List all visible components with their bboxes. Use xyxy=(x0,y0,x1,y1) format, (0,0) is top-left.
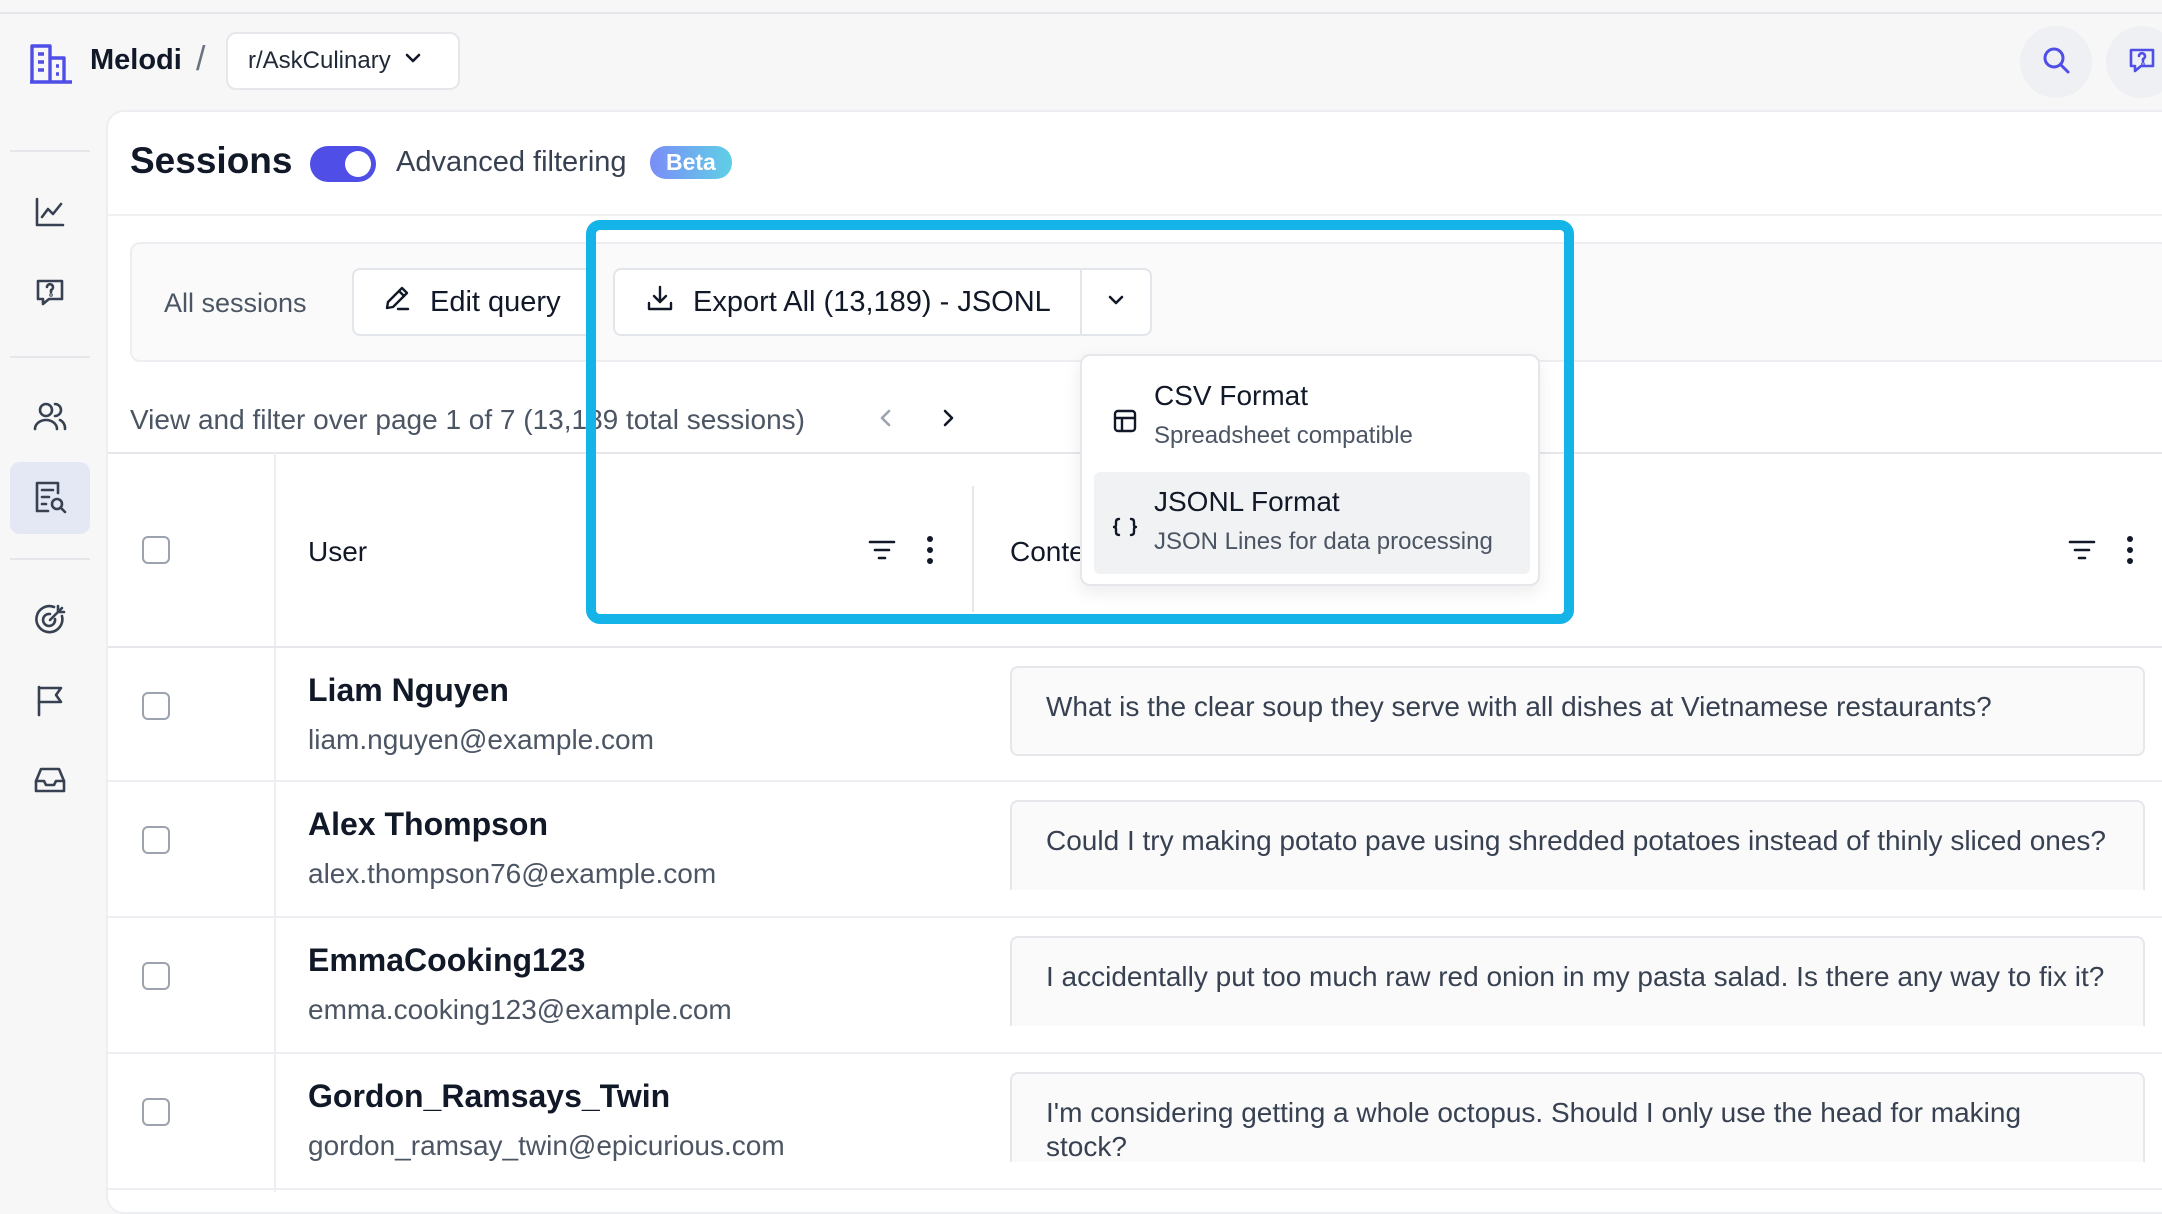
user-name[interactable]: Gordon_Ramsays_Twin xyxy=(308,1078,670,1115)
document-search-icon xyxy=(32,477,68,520)
content-column-menu-button[interactable] xyxy=(2110,532,2150,572)
select-all-checkbox[interactable] xyxy=(142,536,170,564)
workspace-selector[interactable]: r/AskCulinary xyxy=(226,32,460,90)
chevron-right-icon xyxy=(937,407,959,434)
row-checkbox[interactable] xyxy=(142,962,170,990)
more-vertical-icon xyxy=(926,535,934,570)
download-icon xyxy=(645,283,675,321)
column-resize-handle[interactable] xyxy=(972,486,974,612)
header-divider xyxy=(108,214,2162,216)
session-content[interactable]: What is the clear soup they serve with a… xyxy=(1010,666,2145,756)
user-email: alex.thompson76@example.com xyxy=(308,858,717,889)
top-border xyxy=(0,12,2162,14)
session-content[interactable]: I accidentally put too much raw red onio… xyxy=(1010,936,2145,1026)
user-column-menu-button[interactable] xyxy=(910,532,950,572)
chart-line-icon xyxy=(33,195,67,234)
more-vertical-icon xyxy=(2126,535,2134,570)
breadcrumb-separator: / xyxy=(196,40,206,78)
user-column-filter-button[interactable] xyxy=(862,532,902,572)
user-name[interactable]: Alex Thompson xyxy=(308,806,548,843)
row-divider xyxy=(108,1052,2162,1054)
export-format-menu: CSV Format Spreadsheet compatible JSONL … xyxy=(1080,354,1540,586)
advanced-filtering-toggle[interactable] xyxy=(310,146,376,182)
search-button[interactable] xyxy=(2020,26,2092,98)
all-sessions-label: All sessions xyxy=(164,288,307,318)
menu-item-subtitle: JSON Lines for data processing xyxy=(1154,528,1493,555)
user-email: liam.nguyen@example.com xyxy=(308,724,654,755)
search-icon xyxy=(2041,45,2071,80)
filter-icon xyxy=(2068,538,2096,567)
chevron-left-icon xyxy=(875,407,897,434)
export-all-label: Export All (13,189) - JSONL xyxy=(693,285,1051,318)
pencil-icon xyxy=(382,283,412,321)
sidebar-divider xyxy=(10,356,90,358)
toggle-knob xyxy=(345,151,371,177)
users-icon xyxy=(32,399,68,438)
sidebar-item-evaluations[interactable] xyxy=(22,594,78,650)
help-button[interactable] xyxy=(2106,26,2162,98)
help-chat-icon xyxy=(2127,45,2157,80)
menu-item-jsonl-format[interactable]: JSONL Format JSON Lines for data process… xyxy=(1094,472,1530,574)
sidebar-item-analytics[interactable] xyxy=(22,186,78,242)
advanced-filtering-label: Advanced filtering xyxy=(396,146,627,178)
beta-badge: Beta xyxy=(650,146,732,179)
edit-query-button[interactable]: Edit query xyxy=(352,268,592,336)
column-header-content[interactable]: Content xyxy=(1010,536,1082,568)
user-name[interactable]: Liam Nguyen xyxy=(308,672,509,709)
export-format-dropdown-button[interactable] xyxy=(1080,268,1152,336)
sidebar-item-feedback[interactable] xyxy=(22,266,78,322)
chevron-down-icon xyxy=(403,47,423,75)
building-icon[interactable] xyxy=(28,40,74,86)
table-icon xyxy=(1110,406,1140,436)
column-header-user[interactable]: User xyxy=(308,536,367,568)
edit-query-label: Edit query xyxy=(430,285,561,318)
sidebar-divider xyxy=(10,150,90,152)
session-content[interactable]: Could I try making potato pave using shr… xyxy=(1010,800,2145,890)
row-checkbox[interactable] xyxy=(142,1098,170,1126)
row-divider xyxy=(108,1188,2162,1190)
export-all-button[interactable]: Export All (13,189) - JSONL xyxy=(613,268,1083,336)
sidebar-item-flags[interactable] xyxy=(22,674,78,730)
filter-icon xyxy=(868,538,896,567)
menu-item-subtitle: Spreadsheet compatible xyxy=(1154,422,1413,449)
menu-item-title: CSV Format xyxy=(1154,380,1309,411)
row-checkbox[interactable] xyxy=(142,692,170,720)
flag-icon xyxy=(34,683,66,722)
content-column-filter-button[interactable] xyxy=(2062,532,2102,572)
sidebar-item-users[interactable] xyxy=(22,390,78,446)
inbox-icon xyxy=(32,764,68,801)
page-title: Sessions xyxy=(130,140,293,181)
target-icon xyxy=(32,602,68,643)
user-email: gordon_ramsay_twin@epicurious.com xyxy=(308,1130,785,1161)
menu-item-csv-format[interactable]: CSV Format Spreadsheet compatible xyxy=(1094,366,1530,468)
row-checkbox[interactable] xyxy=(142,826,170,854)
chevron-down-icon xyxy=(1105,289,1127,316)
brand-name[interactable]: Melodi xyxy=(90,44,182,77)
checkbox-column-divider xyxy=(274,452,276,1192)
user-name[interactable]: EmmaCooking123 xyxy=(308,942,585,979)
session-content[interactable]: I'm considering getting a whole octopus.… xyxy=(1010,1072,2145,1162)
next-page-button[interactable] xyxy=(928,400,968,440)
row-divider xyxy=(108,916,2162,918)
user-email: emma.cooking123@example.com xyxy=(308,994,732,1025)
previous-page-button[interactable] xyxy=(866,400,906,440)
pagination-summary: View and filter over page 1 of 7 (13,189… xyxy=(130,404,805,435)
sidebar-item-sessions[interactable] xyxy=(10,462,90,534)
sidebar-item-inbox[interactable] xyxy=(22,754,78,810)
menu-item-title: JSONL Format xyxy=(1154,486,1340,517)
message-question-icon xyxy=(33,275,67,314)
sidebar-divider xyxy=(10,558,90,560)
table-header-border xyxy=(108,646,2162,648)
row-divider xyxy=(108,780,2162,782)
workspace-label: r/AskCulinary xyxy=(248,47,391,74)
braces-icon xyxy=(1110,512,1140,542)
